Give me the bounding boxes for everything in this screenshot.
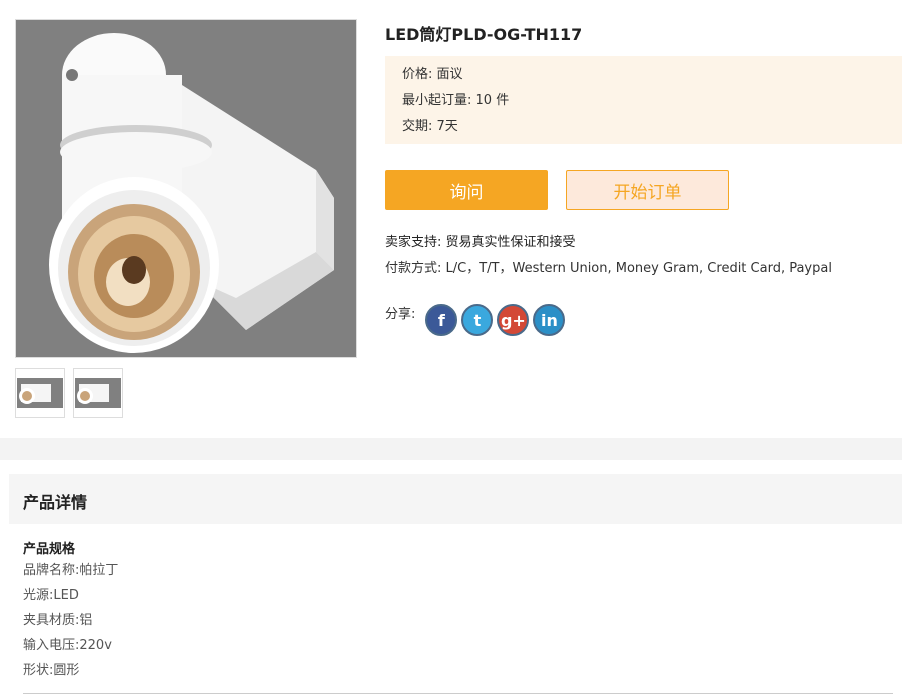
support-value: 贸易真实性保证和接受 (445, 235, 576, 250)
details-title: 产品详情 (23, 493, 88, 512)
spec-row-brand: 品牌名称:帕拉丁 (23, 562, 118, 587)
delivery-row: 交期: 7天 (402, 114, 902, 140)
thumbnail-image (17, 378, 63, 408)
delivery-value: 7天 (436, 119, 458, 134)
spec-heading: 产品规格 (23, 542, 76, 557)
price-box: 价格: 面议 最小起订量: 10 件 交期: 7天 (385, 56, 902, 144)
downlight-illustration (49, 33, 334, 353)
spec-label: 品牌名称: (23, 563, 80, 578)
start-order-button[interactable]: 开始订单 (566, 170, 729, 210)
price-label: 价格: (402, 67, 433, 82)
spec-label: 形状: (23, 663, 54, 678)
spec-row-light-source: 光源:LED (23, 587, 118, 612)
price-value: 面议 (436, 67, 463, 82)
delivery-label: 交期: (402, 119, 433, 134)
spec-row-shape: 形状:圆形 (23, 662, 118, 687)
spec-row-voltage: 输入电压:220v (23, 637, 118, 662)
spec-value: LED (53, 588, 79, 603)
share-label: 分享: (385, 307, 416, 322)
twitter-icon[interactable]: t (461, 304, 494, 336)
support-label: 卖家支持: (385, 235, 442, 250)
section-divider (0, 438, 902, 460)
moq-label: 最小起订量: (402, 93, 472, 108)
facebook-icon[interactable]: f (425, 304, 458, 336)
product-title: LED筒灯PLD-OG-TH117 (385, 25, 583, 44)
linkedin-icon[interactable]: in (533, 304, 566, 336)
moq-row: 最小起订量: 10 件 (402, 88, 902, 114)
inquire-button[interactable]: 询问 (385, 170, 548, 210)
spec-value: 帕拉丁 (79, 563, 119, 578)
thumbnail-1[interactable] (15, 368, 65, 418)
thumbnail-2[interactable] (73, 368, 123, 418)
payment-label: 付款方式: (385, 261, 442, 276)
bottom-divider (23, 693, 893, 694)
spec-value: 圆形 (53, 663, 80, 678)
moq-value: 10 件 (475, 93, 510, 108)
spec-label: 夹具材质: (23, 613, 80, 628)
details-header: 产品详情 (9, 474, 902, 524)
payment-methods: 付款方式: L/C，T/T，Western Union, Money Gram,… (385, 260, 832, 278)
spec-label: 输入电压: (23, 638, 80, 653)
spec-label: 光源: (23, 588, 54, 603)
product-main-image[interactable] (15, 19, 357, 358)
price-row: 价格: 面议 (402, 62, 902, 88)
spec-list: 品牌名称:帕拉丁 光源:LED 夹具材质:铝 输入电压:220v 形状:圆形 (23, 562, 118, 687)
share-bar: 分享: f t g+ in (385, 304, 569, 336)
thumbnail-strip (15, 368, 123, 418)
thumbnail-image (75, 378, 121, 408)
seller-support: 卖家支持: 贸易真实性保证和接受 (385, 234, 576, 252)
google-plus-icon[interactable]: g+ (497, 304, 530, 336)
spec-row-material: 夹具材质:铝 (23, 612, 118, 637)
spec-value: 铝 (79, 613, 93, 628)
spec-value: 220v (79, 638, 112, 653)
payment-value: L/C，T/T，Western Union, Money Gram, Credi… (445, 261, 832, 276)
